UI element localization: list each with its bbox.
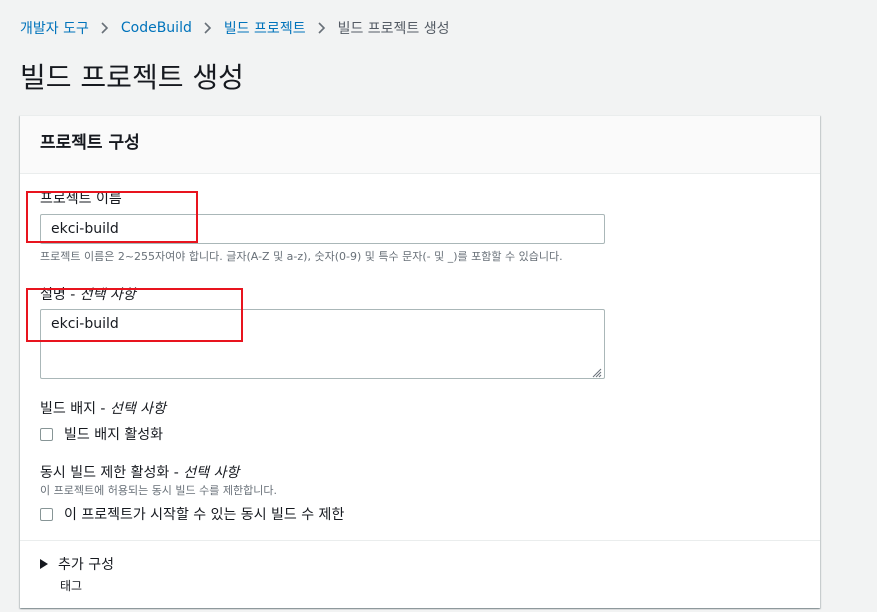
build-badge-optional: 선택 사항 — [109, 401, 166, 417]
additional-configuration-sublabel: 태그 — [60, 579, 83, 593]
chevron-right-icon — [318, 22, 326, 34]
panel-header: 프로젝트 구성 — [20, 116, 820, 174]
concurrency-label-text: 동시 빌드 제한 활성화 - — [40, 465, 184, 481]
highlight-box-description — [26, 288, 243, 342]
breadcrumb: 개발자 도구 CodeBuild 빌드 프로젝트 빌드 프로젝트 생성 — [20, 18, 450, 38]
build-badge-checkbox[interactable] — [40, 427, 53, 441]
highlight-box-project-name — [26, 191, 198, 243]
chevron-right-icon — [101, 22, 109, 34]
concurrency-checkbox-row[interactable]: 이 프로젝트가 시작할 수 있는 동시 빌드 수 제한 — [40, 504, 344, 524]
additional-configuration-expander[interactable]: 추가 구성 — [40, 554, 114, 574]
resize-grip-icon[interactable] — [590, 363, 602, 378]
panel-title: 프로젝트 구성 — [40, 133, 140, 153]
caret-right-icon — [40, 559, 48, 569]
breadcrumb-codebuild[interactable]: CodeBuild — [121, 20, 192, 36]
concurrency-label: 동시 빌드 제한 활성화 - 선택 사항 — [40, 463, 239, 483]
concurrency-checkbox[interactable] — [40, 507, 53, 521]
build-badge-checkbox-row[interactable]: 빌드 배지 활성화 — [40, 424, 163, 444]
project-name-hint: 프로젝트 이름은 2~255자여야 합니다. 글자(A-Z 및 a-z), 숫자… — [40, 250, 563, 263]
build-badge-checkbox-label: 빌드 배지 활성화 — [64, 427, 164, 443]
additional-configuration-label: 추가 구성 — [58, 557, 114, 573]
chevron-right-icon — [204, 22, 212, 34]
breadcrumb-current: 빌드 프로젝트 생성 — [337, 21, 450, 37]
divider — [20, 540, 820, 541]
concurrency-hint: 이 프로젝트에 허용되는 동시 빌드 수를 제한합니다. — [40, 484, 277, 497]
build-badge-label-text: 빌드 배지 - — [40, 401, 110, 417]
breadcrumb-developer-tools[interactable]: 개발자 도구 — [20, 18, 89, 38]
concurrency-optional: 선택 사항 — [183, 465, 240, 481]
breadcrumb-build-projects[interactable]: 빌드 프로젝트 — [224, 18, 306, 38]
page-title: 빌드 프로젝트 생성 — [20, 61, 244, 94]
concurrency-checkbox-label: 이 프로젝트가 시작할 수 있는 동시 빌드 수 제한 — [64, 507, 345, 523]
build-badge-label: 빌드 배지 - 선택 사항 — [40, 399, 166, 419]
project-configuration-panel: 프로젝트 구성 프로젝트 이름 프로젝트 이름은 2~255자여야 합니다. 글… — [20, 115, 820, 608]
